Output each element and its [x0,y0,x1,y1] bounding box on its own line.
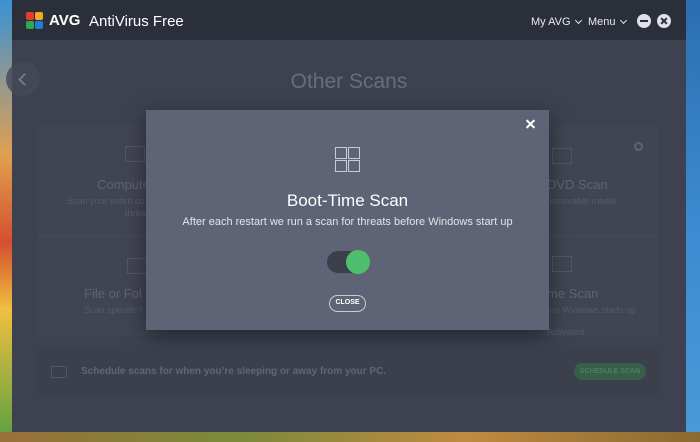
chevron-down-icon [619,16,627,25]
nav-my-avg[interactable]: My AVG [531,16,582,28]
desktop-wallpaper-bottom [0,432,700,442]
app-name: AntiVirus Free [89,13,184,30]
close-window-icon[interactable] [657,14,671,28]
dialog-title: Boot-Time Scan [286,191,409,210]
chevron-down-icon [574,16,582,25]
minimize-icon[interactable] [637,14,651,28]
avg-logo-icon [26,12,44,30]
close-icon[interactable] [525,118,537,130]
brand-name: AVG [49,12,81,29]
desktop-wallpaper-right [686,0,700,442]
close-button[interactable]: CLOSE [329,295,366,312]
nav-my-avg-label: My AVG [531,16,571,28]
boot-scan-toggle[interactable] [327,250,370,274]
boot-time-scan-dialog: Boot-Time Scan After each restart we run… [146,110,549,330]
nav-menu-label: Menu [588,16,616,28]
windows-icon [335,147,361,173]
dialog-description: After each restart we run a scan for thr… [182,216,513,228]
nav-menu[interactable]: Menu [588,16,627,28]
toggle-knob [346,250,370,274]
title-bar: AVG AntiVirus Free My AVG Menu [12,0,686,40]
